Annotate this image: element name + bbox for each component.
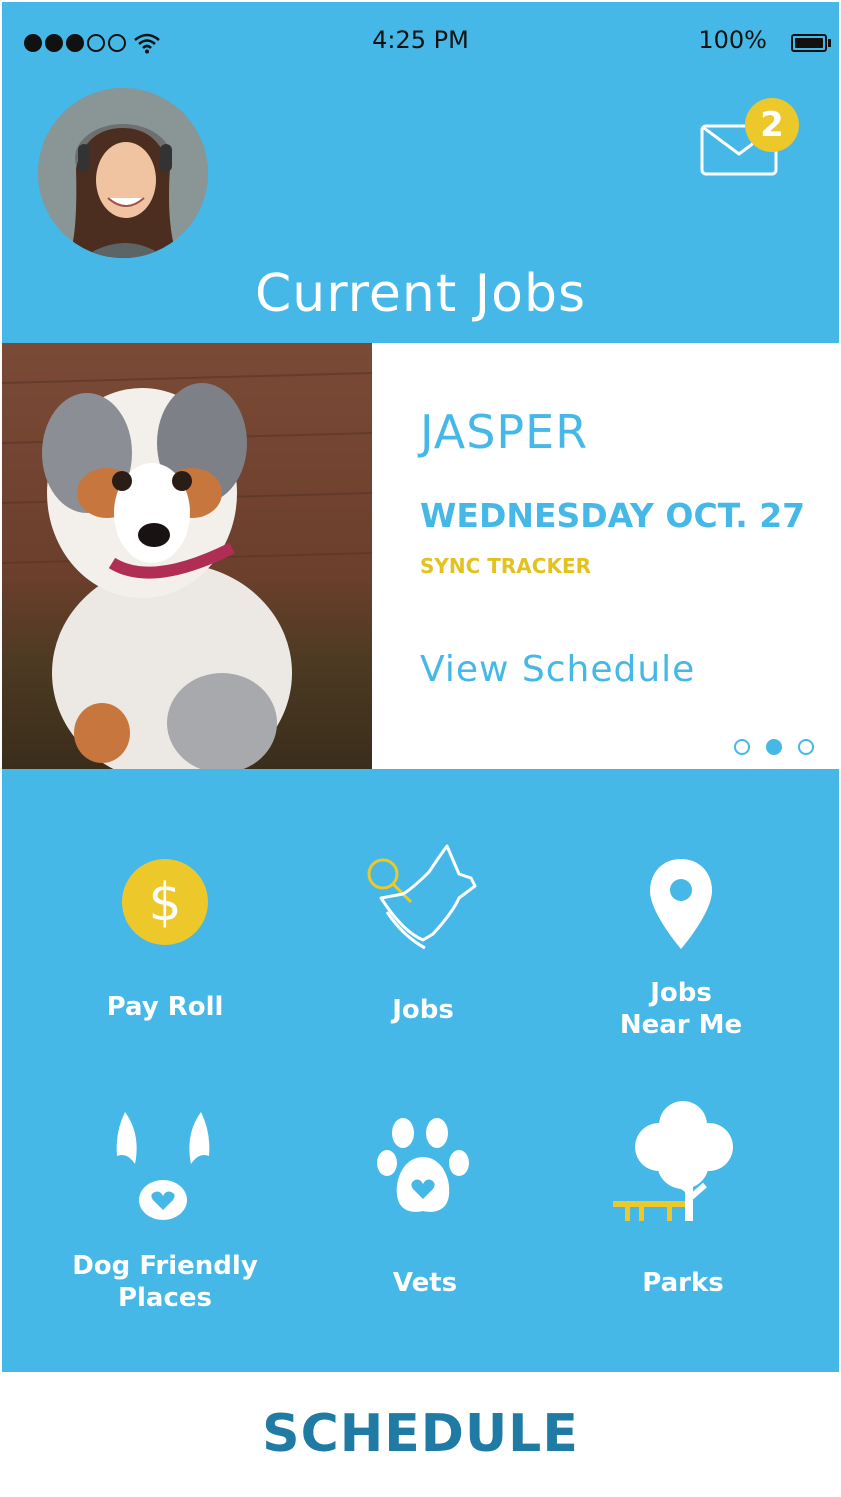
dog-ears-heart-icon <box>116 1112 210 1220</box>
tile-label: Jobs Near Me <box>619 978 743 1040</box>
job-card[interactable]: JASPER WEDNESDAY OCT. 27 SYNC TRACKER Vi… <box>2 343 839 769</box>
app-screen: 4:25 PM 100% 2 Current Jobs JASPER WEDNE… <box>2 2 839 1495</box>
tree-bench-icon <box>613 1101 733 1221</box>
schedule-button[interactable]: SCHEDULE <box>2 1372 839 1495</box>
tile-label: Vets <box>392 1268 458 1298</box>
status-bar: 4:25 PM 100% <box>2 2 839 82</box>
view-schedule-link[interactable]: View Schedule <box>420 649 695 690</box>
paw-heart-icon <box>377 1118 469 1212</box>
job-date: WEDNESDAY OCT. 27 <box>420 496 806 535</box>
sync-tracker-link[interactable]: SYNC TRACKER <box>420 554 591 578</box>
tile-jobs[interactable]: Jobs <box>298 842 548 1062</box>
battery-percent: 100% <box>698 26 767 54</box>
svg-text:$: $ <box>148 873 181 933</box>
pager-dot[interactable] <box>734 739 750 755</box>
pager-dot[interactable] <box>798 739 814 755</box>
unread-badge: 2 <box>745 98 799 152</box>
tile-vets[interactable]: Vets <box>300 1117 550 1317</box>
schedule-label: SCHEDULE <box>262 1403 579 1464</box>
tile-label: Jobs <box>392 995 454 1025</box>
tile-label: Parks <box>642 1268 724 1298</box>
avatar[interactable] <box>38 88 208 258</box>
tile-dog-friendly-places[interactable]: Dog Friendly Places <box>40 1112 290 1332</box>
dog-name: JASPER <box>420 405 589 459</box>
tile-label: Pay Roll <box>106 992 224 1022</box>
dollar-coin-icon: $ <box>122 859 208 945</box>
page-title: Current Jobs <box>254 264 587 324</box>
map-pin-icon <box>650 859 712 949</box>
pager-dot-active[interactable] <box>766 739 782 755</box>
tile-jobs-near-me[interactable]: Jobs Near Me <box>556 857 806 1057</box>
dog-search-icon <box>367 844 477 950</box>
carousel-pager[interactable] <box>734 739 814 755</box>
tile-label: Dog Friendly Places <box>72 1251 258 1313</box>
dog-photo <box>2 343 372 769</box>
battery-icon <box>791 34 831 52</box>
tile-pay-roll[interactable]: $ Pay Roll <box>40 857 290 1057</box>
tile-parks[interactable]: Parks <box>558 1097 808 1317</box>
